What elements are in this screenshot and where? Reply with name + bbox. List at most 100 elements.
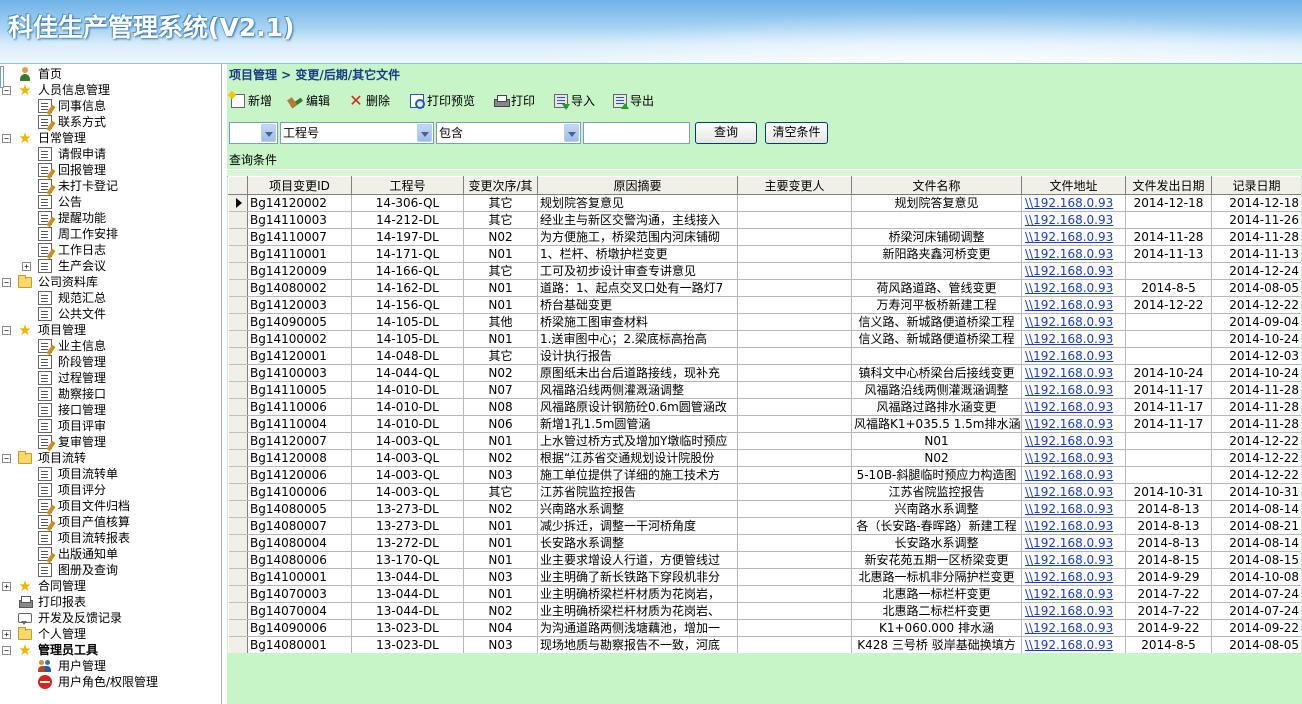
- collapse-icon[interactable]: −: [2, 278, 11, 287]
- column-header[interactable]: 文件发出日期: [1125, 176, 1212, 195]
- column-header[interactable]: 工程号: [351, 176, 464, 195]
- sidebar-item-daily-4[interactable]: 提醒功能: [0, 210, 221, 226]
- file-path-cell[interactable]: \\192.168.0.93: [1021, 262, 1126, 280]
- print-preview-button[interactable]: 打印预览: [410, 91, 475, 111]
- row-selector[interactable]: [228, 228, 248, 246]
- table-row[interactable]: Bg14100006 14-003-QL 其它 江苏省院监控报告 江苏省院监控报告 \\1…: [228, 483, 1301, 501]
- column-header[interactable]: 文件地址: [1021, 176, 1126, 195]
- row-selector[interactable]: [228, 347, 248, 365]
- sidebar-item-project-0[interactable]: 业主信息: [0, 338, 221, 354]
- sidebar-item-admin-1[interactable]: 用户角色/权限管理: [0, 674, 221, 690]
- collapse-icon[interactable]: −: [2, 454, 11, 463]
- file-path-cell[interactable]: \\192.168.0.93: [1021, 483, 1126, 501]
- table-row[interactable]: Bg14080002 14-162-DL N01 道路：1、起点交叉口处有一路灯7 荷风…: [228, 279, 1301, 297]
- expand-icon[interactable]: +: [22, 262, 31, 271]
- file-path-cell[interactable]: \\192.168.0.93: [1021, 500, 1126, 518]
- row-selector[interactable]: [228, 500, 248, 518]
- sidebar-item-meeting[interactable]: + 生产会议: [0, 258, 221, 274]
- sidebar-group-admin[interactable]: − ★ 管理员工具: [0, 642, 221, 658]
- row-selector[interactable]: [228, 364, 248, 382]
- sidebar-group-contract[interactable]: + ★ 合同管理: [0, 578, 221, 594]
- delete-button[interactable]: ✕ 删除: [349, 91, 390, 111]
- data-grid[interactable]: 项目变更ID 工程号 变更次序/其 原因摘要 主要变更人 文件名称 文件地址 文件发出日期 记录…: [228, 176, 1301, 653]
- sidebar-item-project-3[interactable]: 勘察接口: [0, 386, 221, 402]
- table-row[interactable]: Bg14120007 14-003-QL N01 上水管过桥方式及增加Y墩临时预应 N0…: [228, 432, 1301, 450]
- file-path-cell[interactable]: \\192.168.0.93: [1021, 313, 1126, 331]
- table-row[interactable]: Bg14080006 13-170-QL N01 业主要求增设人行道，方便管线过 新安花…: [228, 551, 1301, 569]
- table-row[interactable]: Bg14090005 14-105-DL 其他 桥梁施工图审查材料 信义路、新城路便道桥…: [228, 313, 1301, 331]
- file-path-cell[interactable]: \\192.168.0.93: [1021, 517, 1126, 535]
- file-path-cell[interactable]: \\192.168.0.93: [1021, 211, 1126, 229]
- row-selector[interactable]: [228, 296, 248, 314]
- row-selector[interactable]: [228, 619, 248, 637]
- sidebar-item-project-1[interactable]: 阶段管理: [0, 354, 221, 370]
- sidebar-item-daily-6[interactable]: 工作日志: [0, 242, 221, 258]
- table-row[interactable]: Bg14110007 14-197-DL N02 为方便施工，桥梁范围内河床铺砌 桥梁河…: [228, 228, 1301, 246]
- row-selector[interactable]: [228, 194, 248, 212]
- sidebar-item-daily-0[interactable]: 请假申请: [0, 146, 221, 162]
- table-row[interactable]: Bg14090006 13-023-DL N04 为沟通道路两侧浅塘藕池，增加一 K1+…: [228, 619, 1301, 637]
- sidebar-group-personal[interactable]: + 个人管理: [0, 626, 221, 642]
- expand-icon[interactable]: +: [2, 630, 11, 639]
- table-row[interactable]: Bg14110006 14-010-DL N08 风福路原设计钢筋砼0.6m圆管涵改 风…: [228, 398, 1301, 416]
- row-selector[interactable]: [228, 636, 248, 653]
- table-row[interactable]: Bg14100002 14-105-DL N01 1.送审图中心；2.梁底标高抬高 信义…: [228, 330, 1301, 348]
- row-selector[interactable]: [228, 517, 248, 535]
- row-selector[interactable]: [228, 211, 248, 229]
- table-row[interactable]: Bg14070004 13-044-DL N02 业主明确桥梁栏杆材质为花岗岩、 北惠路…: [228, 602, 1301, 620]
- sidebar-item-daily-2[interactable]: 未打卡登记: [0, 178, 221, 194]
- file-path-cell[interactable]: \\192.168.0.93: [1021, 228, 1126, 246]
- table-row[interactable]: Bg14080004 13-272-DL N01 长安路水系调整 长安路水系调整 \\19…: [228, 534, 1301, 552]
- sidebar-item-company-1[interactable]: 公共文件: [0, 306, 221, 322]
- row-selector[interactable]: [228, 398, 248, 416]
- sidebar-item-flow-6[interactable]: 图册及查询: [0, 562, 221, 578]
- column-header[interactable]: 记录日期: [1211, 176, 1301, 195]
- file-path-cell[interactable]: \\192.168.0.93: [1021, 449, 1126, 467]
- table-row[interactable]: Bg14120002 14-306-QL 其它 规划院答复意见 规划院答复意见 \\192…: [228, 194, 1301, 212]
- query-value-input[interactable]: [583, 122, 690, 144]
- row-selector[interactable]: [228, 432, 248, 450]
- file-path-cell[interactable]: \\192.168.0.93: [1021, 568, 1126, 586]
- table-row[interactable]: Bg14120001 14-048-DL 其它 设计执行报告 \\192.168.0.9…: [228, 347, 1301, 365]
- field-select[interactable]: 工程号: [280, 122, 434, 144]
- export-button[interactable]: 导出: [613, 91, 654, 111]
- column-header[interactable]: 变更次序/其: [463, 176, 538, 195]
- expand-icon[interactable]: +: [2, 582, 11, 591]
- sidebar-item-project-4[interactable]: 接口管理: [0, 402, 221, 418]
- row-selector[interactable]: [228, 551, 248, 569]
- row-selector[interactable]: [228, 381, 248, 399]
- table-row[interactable]: Bg14080005 13-273-DL N02 兴南路水系调整 兴南路水系调整 \\19…: [228, 500, 1301, 518]
- sidebar-item-flow-0[interactable]: 项目流转单: [0, 466, 221, 482]
- sidebar-item-print-report[interactable]: 打印报表: [0, 594, 221, 610]
- sidebar-item-personnel-0[interactable]: 同事信息: [0, 98, 221, 114]
- row-selector[interactable]: [228, 585, 248, 603]
- file-path-cell[interactable]: \\192.168.0.93: [1021, 415, 1126, 433]
- row-selector[interactable]: [228, 483, 248, 501]
- sidebar-item-flow-2[interactable]: 项目文件归档: [0, 498, 221, 514]
- edit-button[interactable]: 编辑: [289, 91, 330, 111]
- sidebar-group-flow[interactable]: − 项目流转: [0, 450, 221, 466]
- row-selector[interactable]: [228, 602, 248, 620]
- file-path-cell[interactable]: \\192.168.0.93: [1021, 296, 1126, 314]
- table-row[interactable]: Bg14100003 14-044-QL N02 原图纸未出台后道路接线，现补充 镇科文…: [228, 364, 1301, 382]
- sidebar-item-admin-0[interactable]: 用户管理: [0, 658, 221, 674]
- sidebar-item-home[interactable]: 首页: [0, 66, 221, 82]
- table-row[interactable]: Bg14110004 14-010-DL N06 新增1孔1.5m圆管涵 风福路K1+0…: [228, 415, 1301, 433]
- sidebar-tree[interactable]: 首页 − ★ 人员信息管理 同事信息 联系方式 − ★ 日常管理 请假申请 回报管理 未打卡登记 公告提…: [0, 64, 222, 704]
- collapse-icon[interactable]: −: [2, 326, 11, 335]
- row-selector[interactable]: [228, 466, 248, 484]
- sidebar-item-daily-5[interactable]: 周工作安排: [0, 226, 221, 242]
- file-path-cell[interactable]: \\192.168.0.93: [1021, 636, 1126, 653]
- file-path-cell[interactable]: \\192.168.0.93: [1021, 330, 1126, 348]
- collapse-icon[interactable]: −: [2, 134, 11, 143]
- sidebar-item-personnel-1[interactable]: 联系方式: [0, 114, 221, 130]
- file-path-cell[interactable]: \\192.168.0.93: [1021, 279, 1126, 297]
- table-row[interactable]: Bg14070003 13-044-DL N01 业主明确桥梁栏杆材质为花岗岩， 北惠路…: [228, 585, 1301, 603]
- file-path-cell[interactable]: \\192.168.0.93: [1021, 466, 1126, 484]
- column-header[interactable]: 原因摘要: [537, 176, 738, 195]
- table-row[interactable]: Bg14120006 14-003-QL N03 施工单位提供了详细的施工技术方 5-1…: [228, 466, 1301, 484]
- table-row[interactable]: Bg14100001 13-044-DL N03 业主明确了新长铁路下穿段机非分 北惠路…: [228, 568, 1301, 586]
- row-selector[interactable]: [228, 262, 248, 280]
- sidebar-item-company-0[interactable]: 规范汇总: [0, 290, 221, 306]
- file-path-cell[interactable]: \\192.168.0.93: [1021, 619, 1126, 637]
